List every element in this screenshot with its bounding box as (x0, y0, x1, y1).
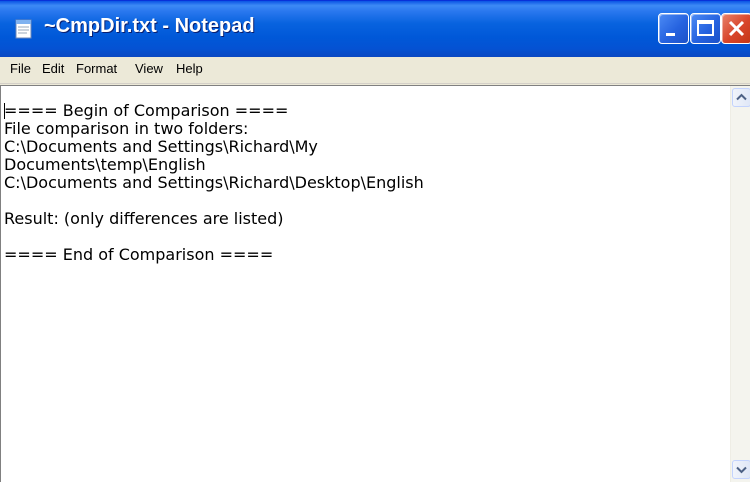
window-title: ~CmpDir.txt - Notepad (44, 15, 255, 37)
document-line: Result: (only differences are listed) (4, 209, 284, 228)
title-bar[interactable]: ~CmpDir.txt - Notepad (0, 0, 750, 57)
document-line: ==== End of Comparison ==== (4, 245, 274, 264)
document-text[interactable]: ==== Begin of Comparison ==== File compa… (4, 102, 729, 477)
document-line (4, 228, 729, 246)
menu-file[interactable]: File (10, 61, 31, 76)
close-icon (728, 20, 745, 37)
close-button[interactable] (721, 13, 750, 44)
arrow-up-icon (736, 93, 747, 101)
menu-bar: File Edit Format View Help (0, 57, 750, 84)
maximize-button[interactable] (690, 13, 721, 44)
minimize-button[interactable] (658, 13, 689, 44)
menu-view[interactable]: View (135, 61, 163, 76)
document-line: C:\Documents and Settings\Richard\Deskto… (4, 173, 424, 192)
notepad-icon[interactable] (13, 18, 35, 40)
text-editor[interactable]: ==== Begin of Comparison ==== File compa… (0, 85, 750, 482)
vertical-scrollbar[interactable] (730, 86, 750, 482)
menu-edit[interactable]: Edit (42, 61, 64, 76)
document-line: ==== Begin of Comparison ==== (4, 102, 289, 120)
scroll-up-button[interactable] (732, 88, 750, 107)
maximize-icon (697, 20, 714, 36)
text-caret (4, 103, 5, 119)
menu-format[interactable]: Format (76, 61, 117, 76)
document-line: File comparison in two folders: (4, 119, 249, 138)
minimize-icon (666, 33, 675, 36)
document-line (4, 192, 729, 210)
scroll-down-button[interactable] (732, 460, 750, 479)
document-line: Documents\temp\English (4, 155, 206, 174)
arrow-down-icon (736, 466, 747, 474)
menu-help[interactable]: Help (176, 61, 203, 76)
notepad-window: ~CmpDir.txt - Notepad File Edit Format V… (0, 0, 750, 482)
document-line: C:\Documents and Settings\Richard\My (4, 137, 318, 156)
